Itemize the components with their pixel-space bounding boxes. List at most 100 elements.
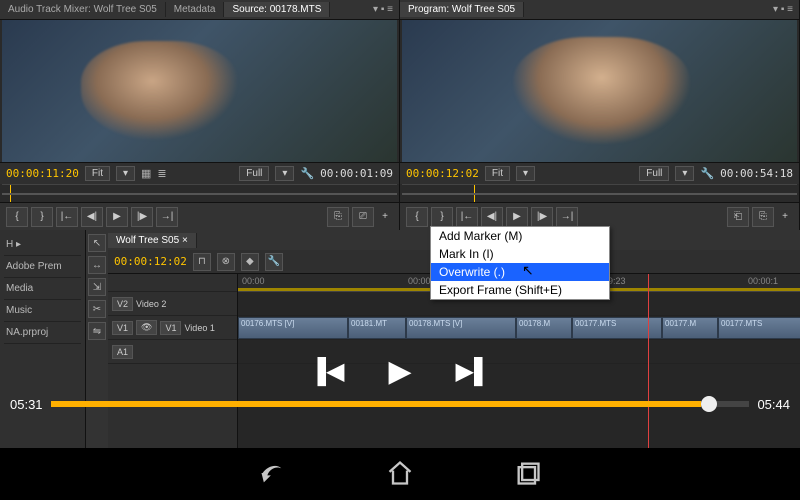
source-list-icon[interactable]: ≣ bbox=[157, 167, 166, 180]
program-quality-caret[interactable]: ▾ bbox=[675, 166, 694, 181]
program-fit-caret[interactable]: ▾ bbox=[516, 166, 535, 181]
sequence-timecode: 00:00:12:02 bbox=[114, 255, 187, 268]
program-ruler[interactable] bbox=[402, 184, 797, 202]
source-in-timecode: 00:00:11:20 bbox=[6, 167, 79, 180]
snap-toggle[interactable]: ⊓ bbox=[193, 253, 211, 271]
lift-button[interactable]: ⎗ bbox=[727, 207, 749, 227]
program-fit-dropdown[interactable]: Fit bbox=[485, 166, 510, 181]
program-add-button[interactable]: + bbox=[777, 211, 793, 222]
track-select-tool[interactable]: ↔ bbox=[88, 256, 106, 274]
mark-in-button[interactable]: { bbox=[6, 207, 28, 227]
menu-export-frame[interactable]: Export Frame (Shift+E) bbox=[431, 281, 609, 299]
monitors-row: Audio Track Mixer: Wolf Tree S05 Metadat… bbox=[0, 0, 800, 230]
seek-fill bbox=[51, 401, 701, 407]
sequence-tab[interactable]: Wolf Tree S05 × bbox=[108, 233, 197, 248]
tab-metadata[interactable]: Metadata bbox=[166, 2, 225, 17]
prog-goto-out-button[interactable]: →| bbox=[556, 207, 578, 227]
track-header-v1[interactable]: V1 👁 V1 Video 1 bbox=[108, 316, 237, 340]
play-button[interactable]: ▶ bbox=[106, 207, 128, 227]
tab-source[interactable]: Source: 00178.MTS bbox=[224, 2, 330, 17]
menu-mark-in[interactable]: Mark In (I) bbox=[431, 245, 609, 263]
current-time: 05:31 bbox=[10, 397, 43, 412]
clip[interactable]: 00177.MTS bbox=[718, 317, 800, 339]
clip[interactable]: 00177.M bbox=[662, 317, 718, 339]
context-menu: Add Marker (M) Mark In (I) Overwrite (.)… bbox=[430, 226, 610, 300]
source-fit-dropdown[interactable]: Fit bbox=[85, 166, 110, 181]
seek-track[interactable] bbox=[51, 401, 750, 407]
goto-out-button[interactable]: →| bbox=[156, 207, 178, 227]
slip-tool[interactable]: ⇋ bbox=[88, 322, 106, 340]
total-time: 05:44 bbox=[757, 397, 790, 412]
program-wrench-icon[interactable]: 🔧 bbox=[700, 167, 714, 180]
prog-mark-in-button[interactable]: { bbox=[406, 207, 428, 227]
program-tabs: Program: Wolf Tree S05 ▾ ▪ ≡ bbox=[400, 0, 799, 20]
project-expand[interactable]: H ▸ bbox=[4, 234, 81, 256]
program-quality-dropdown[interactable]: Full bbox=[639, 166, 669, 181]
overlay-prev-button[interactable]: ▐◀ bbox=[309, 357, 344, 386]
overlay-next-button[interactable]: ▶▌ bbox=[456, 357, 491, 386]
step-back-button[interactable]: ◀| bbox=[81, 207, 103, 227]
project-item[interactable]: Adobe Prem bbox=[4, 256, 81, 278]
source-add-button[interactable]: + bbox=[377, 211, 393, 222]
video-overlay-controls: ▐◀ ▶ ▶▌ bbox=[0, 350, 800, 392]
premiere-app: Audio Track Mixer: Wolf Tree S05 Metadat… bbox=[0, 0, 800, 500]
eye-icon[interactable]: 👁 bbox=[136, 320, 157, 335]
source-grid-icon[interactable]: ▦ bbox=[141, 167, 151, 180]
source-ruler[interactable] bbox=[2, 184, 397, 202]
tab-audio-mixer[interactable]: Audio Track Mixer: Wolf Tree S05 bbox=[0, 2, 166, 17]
overwrite-button[interactable]: ⎚ bbox=[352, 207, 374, 227]
track-header-v2[interactable]: V2 Video 2 bbox=[108, 292, 237, 316]
source-fit-caret[interactable]: ▾ bbox=[116, 166, 135, 181]
marker-toggle[interactable]: ◆ bbox=[241, 253, 259, 271]
source-transport: { } |← ◀| ▶ |▶ →| ⎘ ⎚ + bbox=[0, 202, 399, 230]
menu-overwrite[interactable]: Overwrite (.) bbox=[431, 263, 609, 281]
source-wrench-icon[interactable]: 🔧 bbox=[300, 167, 314, 180]
razor-tool[interactable]: ✂ bbox=[88, 300, 106, 318]
spacer bbox=[108, 274, 237, 292]
linked-selection-toggle[interactable]: ⊗ bbox=[217, 253, 235, 271]
selection-tool[interactable]: ↖ bbox=[88, 234, 106, 252]
program-panel-menu[interactable]: ▾ ▪ ≡ bbox=[767, 4, 799, 15]
prog-mark-out-button[interactable]: } bbox=[431, 207, 453, 227]
source-quality-dropdown[interactable]: Full bbox=[239, 166, 269, 181]
source-preview[interactable] bbox=[2, 20, 397, 162]
clip[interactable]: 00181.MT bbox=[348, 317, 406, 339]
project-item[interactable]: Media bbox=[4, 278, 81, 300]
track-v1[interactable]: 00176.MTS [V] 00181.MT 00178.MTS [V] 001… bbox=[238, 316, 800, 340]
menu-add-marker[interactable]: Add Marker (M) bbox=[431, 227, 609, 245]
seek-thumb[interactable] bbox=[701, 396, 717, 412]
clip[interactable]: 00178.MTS [V] bbox=[406, 317, 516, 339]
android-navbar bbox=[0, 448, 800, 500]
ripple-tool[interactable]: ⇲ bbox=[88, 278, 106, 296]
clip[interactable]: 00178.M bbox=[516, 317, 572, 339]
program-preview[interactable] bbox=[402, 20, 797, 162]
prog-step-back-button[interactable]: ◀| bbox=[481, 207, 503, 227]
program-in-timecode: 00:00:12:02 bbox=[406, 167, 479, 180]
program-monitor: Program: Wolf Tree S05 ▾ ▪ ≡ 00:00:12:02… bbox=[400, 0, 800, 230]
source-out-timecode: 00:00:01:09 bbox=[320, 167, 393, 180]
insert-button[interactable]: ⎘ bbox=[327, 207, 349, 227]
back-icon[interactable] bbox=[258, 459, 286, 490]
seekbar: 05:31 05:44 bbox=[0, 394, 800, 414]
prog-step-forward-button[interactable]: |▶ bbox=[531, 207, 553, 227]
mark-out-button[interactable]: } bbox=[31, 207, 53, 227]
settings-icon[interactable]: 🔧 bbox=[265, 253, 283, 271]
project-item[interactable]: NA.prproj bbox=[4, 322, 81, 344]
source-panel-menu[interactable]: ▾ ▪ ≡ bbox=[367, 4, 399, 15]
home-icon[interactable] bbox=[386, 459, 414, 490]
program-controls: 00:00:12:02 Fit ▾ Full ▾ 🔧 00:00:54:18 bbox=[400, 162, 799, 184]
project-item[interactable]: Music bbox=[4, 300, 81, 322]
tab-program[interactable]: Program: Wolf Tree S05 bbox=[400, 2, 524, 17]
step-forward-button[interactable]: |▶ bbox=[131, 207, 153, 227]
extract-button[interactable]: ⎘ bbox=[752, 207, 774, 227]
prog-play-button[interactable]: ▶ bbox=[506, 207, 528, 227]
source-controls: 00:00:11:20 Fit ▾ ▦ ≣ Full ▾ 🔧 00:00:01:… bbox=[0, 162, 399, 184]
source-monitor: Audio Track Mixer: Wolf Tree S05 Metadat… bbox=[0, 0, 400, 230]
source-tabs: Audio Track Mixer: Wolf Tree S05 Metadat… bbox=[0, 0, 399, 20]
recents-icon[interactable] bbox=[514, 459, 542, 490]
clip[interactable]: 00176.MTS [V] bbox=[238, 317, 348, 339]
source-quality-caret[interactable]: ▾ bbox=[275, 166, 294, 181]
overlay-play-button[interactable]: ▶ bbox=[388, 354, 411, 389]
prog-goto-in-button[interactable]: |← bbox=[456, 207, 478, 227]
goto-in-button[interactable]: |← bbox=[56, 207, 78, 227]
